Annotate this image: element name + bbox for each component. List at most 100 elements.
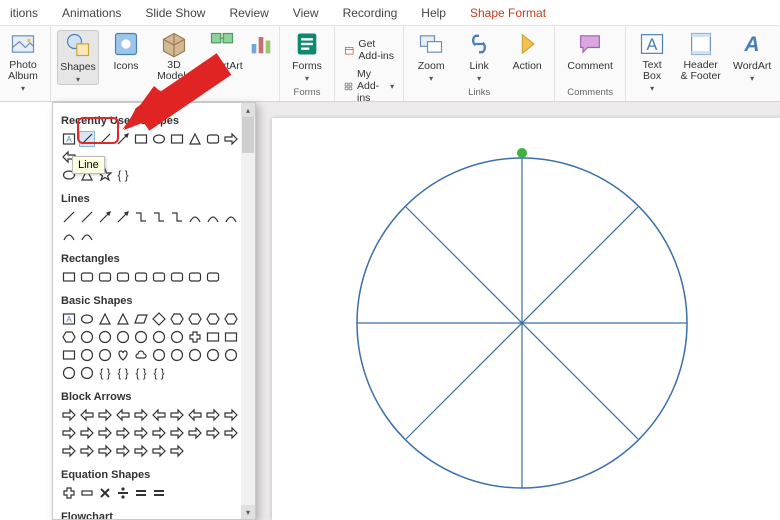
shape-option[interactable] bbox=[115, 485, 131, 501]
shape-option[interactable] bbox=[61, 425, 77, 441]
shape-option[interactable] bbox=[115, 347, 131, 363]
shape-option[interactable] bbox=[133, 347, 149, 363]
shape-option[interactable] bbox=[151, 485, 167, 501]
shape-option[interactable] bbox=[61, 347, 77, 363]
shape-option[interactable] bbox=[79, 329, 95, 345]
shape-option[interactable] bbox=[151, 347, 167, 363]
pie-circle-shape[interactable] bbox=[352, 153, 692, 493]
header-footer-button[interactable]: Header & Footer bbox=[678, 30, 723, 82]
tab-help[interactable]: Help bbox=[417, 2, 450, 24]
shape-option[interactable] bbox=[97, 311, 113, 327]
shape-option[interactable] bbox=[151, 311, 167, 327]
scrollbar[interactable]: ▴ ▾ bbox=[241, 103, 255, 519]
shape-option[interactable] bbox=[97, 425, 113, 441]
shape-option[interactable] bbox=[133, 485, 149, 501]
shape-option[interactable] bbox=[205, 425, 221, 441]
action-button[interactable]: Action bbox=[506, 30, 548, 72]
shape-option[interactable] bbox=[187, 311, 203, 327]
shape-option[interactable] bbox=[79, 443, 95, 459]
shape-option[interactable] bbox=[223, 329, 239, 345]
shape-option[interactable]: { } bbox=[97, 365, 113, 381]
shape-option[interactable] bbox=[79, 269, 95, 285]
shape-option[interactable] bbox=[205, 407, 221, 423]
shape-option[interactable] bbox=[187, 407, 203, 423]
shape-option[interactable] bbox=[61, 443, 77, 459]
shape-option[interactable] bbox=[79, 485, 95, 501]
tab-transitions[interactable]: itions bbox=[6, 2, 42, 24]
shape-option[interactable] bbox=[79, 425, 95, 441]
shape-option[interactable] bbox=[97, 443, 113, 459]
slide-canvas[interactable] bbox=[272, 118, 780, 520]
my-addins-button[interactable]: My Add-ins ▾ bbox=[341, 66, 397, 106]
get-addins-button[interactable]: Get Add-ins bbox=[341, 36, 397, 64]
shape-option[interactable] bbox=[115, 443, 131, 459]
tab-animations[interactable]: Animations bbox=[58, 2, 125, 24]
scroll-up-icon[interactable]: ▴ bbox=[241, 103, 255, 117]
shape-option[interactable] bbox=[115, 329, 131, 345]
shape-option[interactable] bbox=[97, 485, 113, 501]
shape-option[interactable] bbox=[205, 209, 221, 225]
shape-option[interactable] bbox=[169, 443, 185, 459]
shape-option[interactable] bbox=[79, 209, 95, 225]
shape-option[interactable] bbox=[205, 269, 221, 285]
shape-option[interactable] bbox=[79, 227, 95, 243]
shape-option[interactable] bbox=[79, 365, 95, 381]
shape-option[interactable]: { } bbox=[115, 365, 131, 381]
rotation-handle[interactable] bbox=[517, 148, 527, 158]
shape-option[interactable] bbox=[79, 347, 95, 363]
comment-button[interactable]: Comment bbox=[561, 30, 619, 72]
shape-option[interactable] bbox=[169, 425, 185, 441]
shape-option[interactable] bbox=[115, 269, 131, 285]
tab-recording[interactable]: Recording bbox=[339, 2, 402, 24]
shape-option[interactable] bbox=[133, 209, 149, 225]
shape-option[interactable] bbox=[151, 443, 167, 459]
shape-option[interactable] bbox=[61, 365, 77, 381]
shape-option[interactable]: { } bbox=[115, 167, 131, 183]
shape-option[interactable] bbox=[169, 407, 185, 423]
shape-option[interactable] bbox=[115, 209, 131, 225]
shape-option[interactable] bbox=[151, 407, 167, 423]
shape-option[interactable] bbox=[133, 407, 149, 423]
shape-option[interactable] bbox=[187, 269, 203, 285]
shape-option[interactable] bbox=[169, 347, 185, 363]
shape-option[interactable] bbox=[61, 329, 77, 345]
shape-option[interactable] bbox=[133, 311, 149, 327]
shape-option[interactable] bbox=[169, 209, 185, 225]
shape-option[interactable] bbox=[61, 485, 77, 501]
chart-button[interactable] bbox=[249, 30, 273, 58]
photo-album-button[interactable]: Photo Album ▾ bbox=[2, 30, 44, 93]
shape-option[interactable] bbox=[205, 311, 221, 327]
shape-option[interactable] bbox=[133, 329, 149, 345]
shape-option[interactable] bbox=[223, 209, 239, 225]
shape-option[interactable]: { } bbox=[151, 365, 167, 381]
wordart-button[interactable]: A WordArt ▾ bbox=[729, 30, 774, 83]
shape-option[interactable] bbox=[151, 209, 167, 225]
shape-option[interactable] bbox=[187, 209, 203, 225]
shape-option[interactable] bbox=[97, 329, 113, 345]
shape-option[interactable] bbox=[169, 329, 185, 345]
shape-option[interactable] bbox=[187, 329, 203, 345]
tab-review[interactable]: Review bbox=[225, 2, 272, 24]
link-button[interactable]: Link ▾ bbox=[458, 30, 500, 83]
text-box-button[interactable]: A Text Box ▾ bbox=[632, 30, 672, 93]
shape-option[interactable] bbox=[151, 425, 167, 441]
shape-option[interactable] bbox=[133, 443, 149, 459]
shape-option[interactable] bbox=[97, 407, 113, 423]
shape-option[interactable] bbox=[61, 269, 77, 285]
tab-view[interactable]: View bbox=[289, 2, 323, 24]
shape-option[interactable] bbox=[61, 209, 77, 225]
shape-option[interactable]: A bbox=[61, 311, 77, 327]
shape-option[interactable] bbox=[223, 347, 239, 363]
shape-option[interactable] bbox=[133, 425, 149, 441]
scroll-thumb[interactable] bbox=[242, 117, 254, 153]
shape-option[interactable] bbox=[79, 311, 95, 327]
shape-option[interactable]: A bbox=[61, 131, 77, 147]
shapes-button[interactable]: Shapes ▾ bbox=[57, 30, 99, 85]
shape-option[interactable] bbox=[205, 329, 221, 345]
shape-option[interactable] bbox=[79, 407, 95, 423]
shape-option[interactable] bbox=[115, 311, 131, 327]
shape-option[interactable] bbox=[133, 269, 149, 285]
shape-option[interactable] bbox=[97, 269, 113, 285]
shape-option[interactable] bbox=[223, 425, 239, 441]
tab-shape-format[interactable]: Shape Format bbox=[466, 2, 550, 24]
